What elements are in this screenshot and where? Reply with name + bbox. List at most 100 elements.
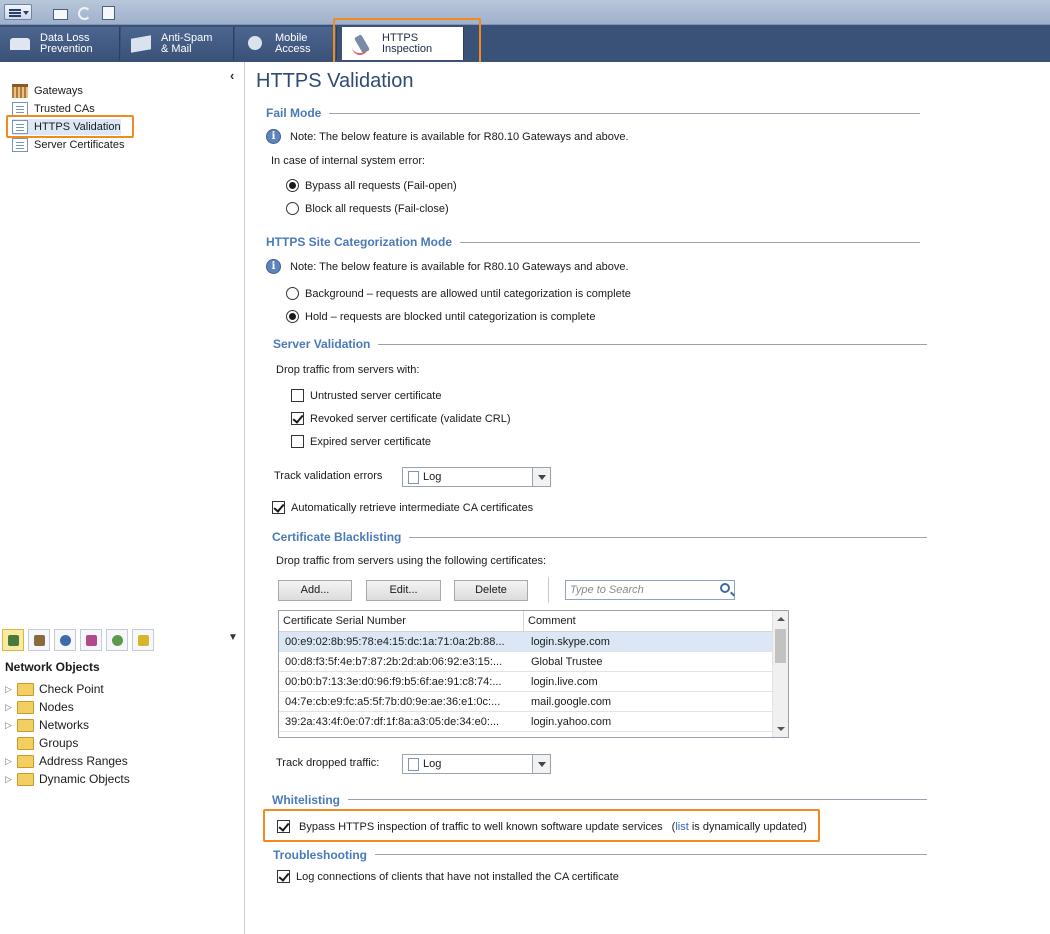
chevron-down-icon[interactable]: [532, 755, 550, 773]
select-value: Log: [423, 758, 442, 770]
expand-arrow-icon[interactable]: ▷: [5, 702, 15, 713]
serial-cell: 04:7e:cb:e9:fc:a5:5f:7b:d0:9e:ae:36:e1:0…: [285, 696, 501, 708]
services-filter-button[interactable]: [28, 629, 50, 651]
tab-data-loss-prevention[interactable]: Data Loss Prevention: [0, 27, 120, 60]
update-services-list-link[interactable]: list: [675, 821, 688, 833]
revoked-certificate-checkbox[interactable]: [291, 412, 304, 425]
gateway-icon: [12, 84, 28, 98]
section-title-categorization: HTTPS Site Categorization Mode: [266, 235, 461, 249]
track-validation-errors-select[interactable]: Log: [402, 467, 551, 487]
open-folder-icon[interactable]: [52, 5, 68, 20]
sidebar-item-https-validation[interactable]: HTTPS Validation: [12, 119, 121, 135]
background-mode-radio[interactable]: [286, 287, 299, 300]
tab-anti-spam-mail[interactable]: Anti-Spam & Mail: [121, 27, 234, 60]
comment-cell: login.live.com: [531, 676, 598, 688]
column-header-comment[interactable]: Comment: [528, 615, 576, 627]
network-objects-toolbar: ▼: [0, 626, 244, 654]
fail-close-radio[interactable]: [286, 202, 299, 215]
table-vertical-scrollbar[interactable]: [772, 611, 788, 737]
section-title-fail-mode: Fail Mode: [266, 106, 330, 120]
server-validation-prompt: Drop traffic from servers with:: [276, 364, 420, 376]
users-filter-button[interactable]: [106, 629, 128, 651]
expand-arrow-icon[interactable]: ▷: [5, 774, 15, 785]
search-icon[interactable]: [720, 583, 730, 593]
collapse-panel-icon[interactable]: ‹: [230, 68, 234, 83]
tree-item-networks[interactable]: ▷ Networks: [5, 717, 89, 733]
tab-https-inspection[interactable]: HTTPS Inspection: [342, 27, 464, 60]
table-row[interactable]: 04:7e:cb:e9:fc:a5:5f:7b:d0:9e:ae:36:e1:0…: [279, 692, 772, 712]
top-toolbar: [0, 0, 1050, 25]
document-icon: [12, 120, 28, 134]
sidebar-item-gateways[interactable]: Gateways: [12, 83, 83, 99]
scroll-thumb[interactable]: [775, 629, 786, 663]
scroll-up-arrow-icon[interactable]: [777, 617, 785, 621]
vpn-filter-button[interactable]: [132, 629, 154, 651]
table-row[interactable]: 00:d8:f3:5f:4e:b7:87:2b:2d:ab:06:92:e3:1…: [279, 652, 772, 672]
satellite-dish-icon: [243, 33, 269, 55]
tab-label: Anti-Spam & Mail: [161, 32, 213, 55]
section-title-server-validation: Server Validation: [273, 337, 379, 351]
auto-retrieve-ca-checkbox[interactable]: [272, 501, 285, 514]
blade-tab-bar: Data Loss Prevention Anti-Spam & Mail Mo…: [0, 25, 1050, 62]
categorization-note: Note: The below feature is available for…: [290, 261, 629, 273]
expired-certificate-checkbox[interactable]: [291, 435, 304, 448]
tree-item-check-point[interactable]: ▷ Check Point: [5, 681, 104, 697]
tab-label: Mobile Access: [275, 32, 311, 55]
column-separator: [523, 611, 524, 632]
column-header-serial[interactable]: Certificate Serial Number: [283, 615, 406, 627]
tree-item-dynamic-objects[interactable]: ▷ Dynamic Objects: [5, 771, 130, 787]
serial-cell: 00:d8:f3:5f:4e:b7:87:2b:2d:ab:06:92:e3:1…: [285, 656, 503, 668]
expand-arrow-icon[interactable]: ▷: [5, 756, 15, 767]
fail-mode-note: Note: The below feature is available for…: [290, 131, 629, 143]
lock-icon: [138, 635, 149, 646]
chevron-down-icon[interactable]: [532, 468, 550, 486]
data-types-filter-button[interactable]: [54, 629, 76, 651]
comment-cell: Global Trustee: [531, 656, 603, 668]
tree-item-label: Check Point: [39, 682, 104, 696]
scroll-down-arrow-icon[interactable]: [777, 727, 785, 731]
applications-icon: [86, 635, 97, 646]
edit-certificate-button[interactable]: Edit...: [366, 580, 441, 601]
chevron-down-icon[interactable]: ▼: [228, 632, 238, 643]
expand-arrow-icon[interactable]: ▷: [5, 720, 15, 731]
refresh-icon[interactable]: [76, 5, 92, 20]
sidebar-item-label: Trusted CAs: [34, 103, 95, 115]
table-row[interactable]: 00:b0:b7:13:3e:d0:96:f9:b5:6f:ae:91:c8:7…: [279, 672, 772, 692]
table-header: Certificate Serial Number Comment: [279, 611, 772, 632]
hold-mode-radio[interactable]: [286, 310, 299, 323]
bypass-update-services-label: Bypass HTTPS inspection of traffic to we…: [299, 821, 807, 833]
certificate-search-input[interactable]: [566, 581, 716, 599]
table-row[interactable]: 39:2a:43:4f:0e:07:df:1f:8a:a3:05:de:34:e…: [279, 712, 772, 732]
section-divider: [272, 799, 927, 800]
network-icon: [8, 635, 19, 646]
untrusted-certificate-checkbox[interactable]: [291, 389, 304, 402]
tree-item-groups[interactable]: Groups: [5, 735, 78, 751]
table-row[interactable]: 00:e9:02:8b:95:78:e4:15:dc:1a:71:0a:2b:8…: [279, 632, 772, 652]
expand-arrow-icon[interactable]: ▷: [5, 684, 15, 695]
log-ca-not-installed-checkbox[interactable]: [277, 870, 290, 883]
save-icon[interactable]: [100, 5, 116, 20]
sidebar-item-trusted-cas[interactable]: Trusted CAs: [12, 101, 95, 117]
select-value: Log: [423, 471, 442, 483]
folder-icon: [17, 736, 34, 750]
sidebar-item-server-certificates[interactable]: Server Certificates: [12, 137, 124, 153]
track-dropped-traffic-select[interactable]: Log: [402, 754, 551, 774]
bypass-update-services-checkbox[interactable]: [277, 820, 290, 833]
document-icon: [12, 138, 28, 152]
tree-item-nodes[interactable]: ▷ Nodes: [5, 699, 74, 715]
bypass-label-suffix: is dynamically updated): [691, 821, 807, 833]
network-objects-filter-button[interactable]: [2, 629, 24, 651]
document-icon: [12, 102, 28, 116]
left-navigation-panel: ‹ Gateways Trusted CAs HTTPS Validation …: [0, 62, 245, 934]
fail-open-radio[interactable]: [286, 179, 299, 192]
add-certificate-button[interactable]: Add...: [278, 580, 352, 601]
fail-close-label: Block all requests (Fail-close): [305, 203, 449, 215]
applications-filter-button[interactable]: [80, 629, 102, 651]
main-menu-button[interactable]: [4, 4, 32, 20]
tab-mobile-access[interactable]: Mobile Access: [235, 27, 337, 60]
tree-item-address-ranges[interactable]: ▷ Address Ranges: [5, 753, 128, 769]
hold-mode-label: Hold – requests are blocked until catego…: [305, 311, 596, 323]
info-icon: i: [266, 129, 281, 144]
chevron-down-icon: [23, 11, 29, 15]
delete-certificate-button[interactable]: Delete: [454, 580, 528, 601]
